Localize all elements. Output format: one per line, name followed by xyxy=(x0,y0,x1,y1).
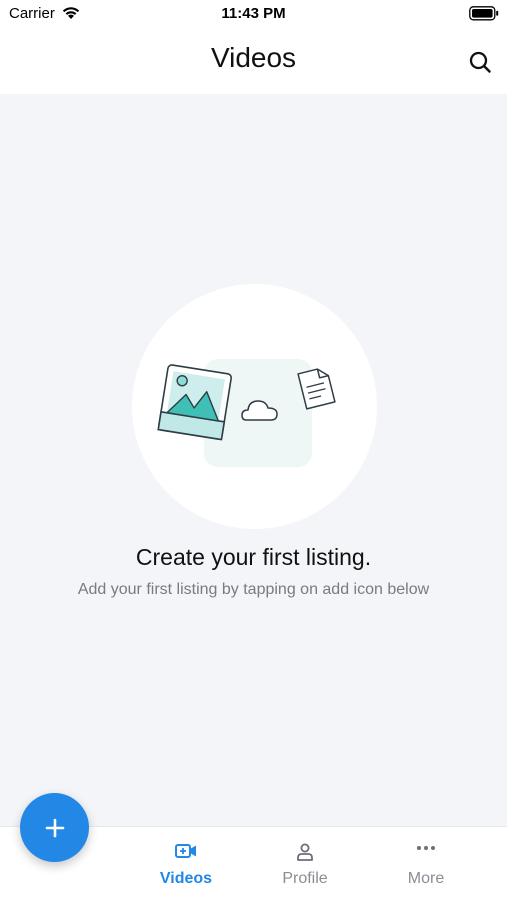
image-icon xyxy=(157,364,232,441)
tab-profile-label: Profile xyxy=(282,870,328,887)
app-screen: Carrier 11:43 PM Videos Create your firs… xyxy=(0,0,507,900)
tab-more-label: More xyxy=(407,870,445,887)
tab-videos-label: Videos xyxy=(159,870,213,887)
page-title: Videos xyxy=(210,42,297,73)
search-icon xyxy=(469,51,491,73)
tab-profile[interactable]: Profile xyxy=(245,827,365,900)
battery-icon xyxy=(469,6,499,21)
more-dots-icon xyxy=(417,846,435,850)
plus-icon xyxy=(45,818,64,837)
video-camera-icon xyxy=(175,844,196,858)
person-icon xyxy=(297,843,313,861)
clock: 11:43 PM xyxy=(221,5,286,22)
empty-state-content: Create your first listing. Add your firs… xyxy=(0,94,507,826)
add-listing-button[interactable] xyxy=(20,793,89,862)
empty-state-illustration xyxy=(132,284,377,529)
empty-state-subtitle: Add your first listing by tapping on add… xyxy=(77,581,430,598)
tab-more[interactable]: More xyxy=(366,827,486,900)
status-bar: Carrier 11:43 PM xyxy=(0,0,507,30)
empty-state-title: Create your first listing. xyxy=(135,544,372,570)
tab-videos[interactable]: Videos xyxy=(126,827,246,900)
app-header: Videos xyxy=(0,30,507,94)
search-button[interactable] xyxy=(464,46,496,78)
